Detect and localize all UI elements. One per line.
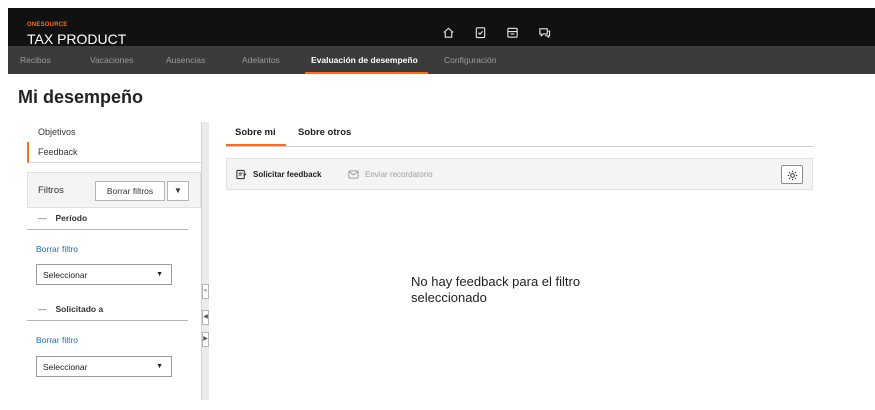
left-panel: Objetivos Feedback Filtros Borrar filtro… <box>27 122 201 400</box>
app-header: ONESOURCE TAX PRODUCT <box>8 8 875 47</box>
solicitado-select[interactable]: Seleccionar ▼ <box>36 356 172 377</box>
request-feedback-button[interactable]: Solicitar feedback <box>236 169 321 180</box>
clear-filters-button[interactable]: Borrar filtros <box>95 181 165 201</box>
home-icon[interactable] <box>442 26 455 39</box>
nav-item-recibos[interactable]: Recibos <box>20 55 51 65</box>
app-title: TAX PRODUCT <box>27 31 127 47</box>
filter-section-title: Solicitado a <box>55 304 104 314</box>
sidebar-item-objetivos[interactable]: Objetivos <box>27 122 201 143</box>
clear-filter-link-periodo[interactable]: Borrar filtro <box>36 244 78 254</box>
active-nav-indicator <box>305 72 428 74</box>
send-reminder-button[interactable]: Enviar recordatorio <box>348 169 433 180</box>
sidebar-item-feedback[interactable]: Feedback <box>27 142 201 163</box>
triangle-left-icon: ◀ <box>203 314 208 320</box>
filter-section-title: Período <box>55 213 88 223</box>
caret-down-icon: ▼ <box>156 363 163 370</box>
active-tab-indicator <box>226 144 286 146</box>
send-reminder-label: Enviar recordatorio <box>365 170 433 179</box>
clear-filter-link-solicitado[interactable]: Borrar filtro <box>36 335 78 345</box>
filters-label: Filtros <box>38 185 64 196</box>
double-chevron-left-icon: « <box>203 288 208 294</box>
caret-down-icon: ▼ <box>156 271 163 278</box>
caret-down-icon: ▼ <box>174 186 182 195</box>
clipboard-check-icon[interactable] <box>474 26 487 39</box>
triangle-right-icon: ▶ <box>203 336 208 342</box>
collapse-panel-button[interactable]: « <box>202 284 209 299</box>
nav-item-adelantos[interactable]: Adelantos <box>242 55 280 65</box>
select-value: Seleccionar <box>43 270 88 280</box>
tab-sobre-mi[interactable]: Sobre mi <box>235 127 276 138</box>
nav-item-vacaciones[interactable]: Vacaciones <box>90 55 133 65</box>
nav-item-ausencias[interactable]: Ausencias <box>166 55 205 65</box>
gear-icon <box>787 170 798 181</box>
filters-header: Filtros Borrar filtros ▼ <box>27 172 201 208</box>
request-feedback-label: Solicitar feedback <box>253 170 322 179</box>
collapse-icon: — <box>38 304 47 314</box>
main-nav: Recibos Vacaciones Ausencias Adelantos E… <box>8 46 875 74</box>
envelope-icon <box>348 170 359 179</box>
panel-splitter[interactable]: « ◀ ▶ <box>201 122 209 400</box>
tab-sobre-otros[interactable]: Sobre otros <box>298 127 351 138</box>
filter-section-periodo[interactable]: — Período <box>27 208 188 230</box>
nav-item-evaluacion-desempeno[interactable]: Evaluación de desempeño <box>311 55 418 65</box>
select-value: Seleccionar <box>43 362 88 372</box>
content-tabs: Sobre mi Sobre otros <box>226 122 813 147</box>
empty-state-message: No hay feedback para el filtro seleccion… <box>411 274 581 305</box>
chat-icon[interactable] <box>538 26 551 39</box>
settings-button[interactable] <box>781 165 803 184</box>
expand-panel-button[interactable]: ▶ <box>202 332 209 347</box>
shrink-panel-button[interactable]: ◀ <box>202 310 209 325</box>
filters-dropdown-button[interactable]: ▼ <box>167 181 189 201</box>
page-title: Mi desempeño <box>18 87 144 107</box>
filter-section-solicitado[interactable]: — Solicitado a <box>27 299 188 321</box>
request-feedback-icon <box>236 169 247 180</box>
inbox-icon[interactable] <box>506 26 519 39</box>
header-icons <box>442 26 551 39</box>
brand-overline: ONESOURCE <box>27 22 68 28</box>
periodo-select[interactable]: Seleccionar ▼ <box>36 264 172 285</box>
nav-item-configuracion[interactable]: Configuración <box>444 55 496 65</box>
collapse-icon: — <box>38 213 47 223</box>
feedback-toolbar: Solicitar feedback Enviar recordatorio <box>226 158 813 190</box>
